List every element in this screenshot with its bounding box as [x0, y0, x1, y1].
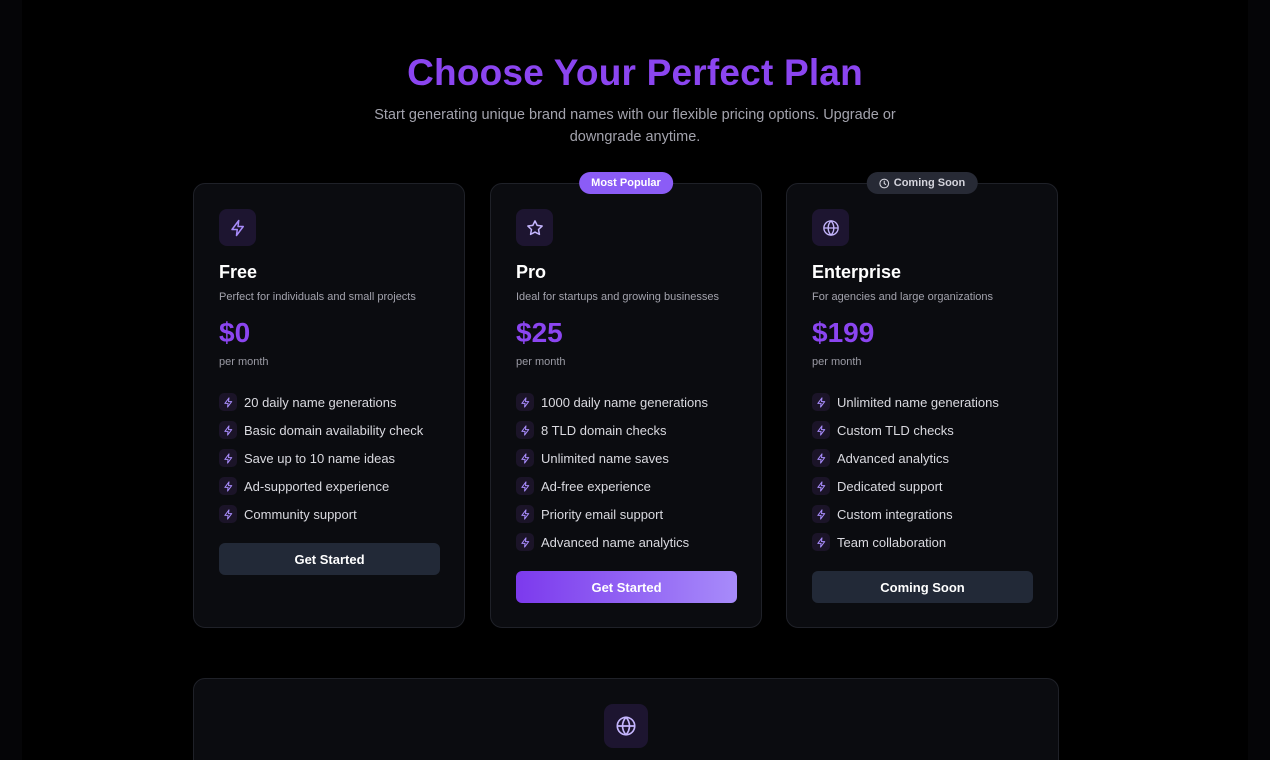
clock-icon	[879, 178, 890, 188]
feature-text: Advanced name analytics	[541, 534, 690, 550]
plan-name: Pro	[516, 262, 547, 282]
star-icon	[516, 209, 553, 246]
feature-item: 20 daily name generations	[219, 388, 444, 416]
lightning-icon	[219, 477, 237, 495]
lightning-icon	[812, 421, 830, 439]
get-started-free-button[interactable]: Get Started	[219, 543, 440, 575]
plan-description: Ideal for startups and growing businesse…	[516, 291, 720, 303]
feature-text: Basic domain availability check	[244, 422, 424, 438]
feature-item: 8 TLD domain checks	[516, 416, 741, 444]
lightning-icon	[516, 533, 534, 551]
page-edge-left	[0, 0, 22, 760]
feature-text: Custom integrations	[837, 506, 953, 522]
feature-item: Custom TLD checks	[812, 416, 1037, 444]
plan-price: $25	[516, 317, 563, 348]
plan-name: Free	[219, 262, 258, 282]
feature-text: Unlimited name saves	[541, 450, 669, 466]
badge-label: Coming Soon	[893, 177, 966, 189]
lightning-icon	[219, 505, 237, 523]
feature-text: 8 TLD domain checks	[541, 422, 667, 438]
badge-label: Most Popular	[591, 177, 661, 189]
page-subtitle: Start generating unique brand names with…	[374, 107, 896, 145]
lightning-icon	[219, 421, 237, 439]
plan-card-enterprise: Coming Soon Enterprise For agencies and …	[786, 172, 1058, 628]
feature-text: Dedicated support	[837, 478, 943, 494]
feature-text: Priority email support	[541, 506, 664, 522]
feature-item: Advanced name analytics	[516, 528, 741, 556]
feature-text: Community support	[244, 506, 357, 522]
feature-item: Team collaboration	[812, 528, 1037, 556]
lightning-icon	[516, 393, 534, 411]
plan-card-free: Free Perfect for individuals and small p…	[193, 183, 465, 628]
feature-list: Unlimited name generations Custom TLD ch…	[812, 388, 1037, 556]
lightning-icon	[812, 393, 830, 411]
plan-description: For agencies and large organizations	[812, 291, 994, 303]
coming-soon-button[interactable]: Coming Soon	[812, 571, 1033, 603]
plan-price: $199	[812, 317, 875, 348]
lightning-icon	[219, 449, 237, 467]
feature-text: Unlimited name generations	[837, 394, 999, 410]
feature-text: Save up to 10 name ideas	[244, 450, 396, 466]
feature-text: Team collaboration	[837, 534, 947, 550]
feature-text: Advanced analytics	[837, 450, 950, 466]
lightning-icon	[516, 421, 534, 439]
feature-item: Basic domain availability check	[219, 416, 444, 444]
feature-item: Unlimited name saves	[516, 444, 741, 472]
feature-item: Save up to 10 name ideas	[219, 444, 444, 472]
feature-item: Unlimited name generations	[812, 388, 1037, 416]
lightning-icon	[812, 505, 830, 523]
feature-item: Ad-supported experience	[219, 472, 444, 500]
lightning-icon	[516, 505, 534, 523]
page-title: Choose Your Perfect Plan	[407, 52, 863, 93]
lightning-icon	[219, 393, 237, 411]
most-popular-badge: Most Popular	[579, 172, 673, 194]
globe-icon	[604, 704, 648, 748]
pricing-page: Choose Your Perfect Plan Start generatin…	[0, 0, 1270, 760]
feature-text: Custom TLD checks	[837, 422, 954, 438]
feature-item: Advanced analytics	[812, 444, 1037, 472]
feature-list: 20 daily name generations Basic domain a…	[219, 388, 444, 528]
feature-item: Dedicated support	[812, 472, 1037, 500]
page-edge-right	[1248, 0, 1270, 760]
lightning-icon	[812, 533, 830, 551]
coming-soon-badge: Coming Soon	[866, 172, 978, 194]
feature-item: 1000 daily name generations	[516, 388, 741, 416]
plan-period: per month	[812, 356, 862, 368]
feature-item: Ad-free experience	[516, 472, 741, 500]
feature-text: Ad-free experience	[541, 478, 651, 494]
plan-period: per month	[219, 356, 269, 368]
get-started-pro-button[interactable]: Get Started	[516, 571, 737, 603]
feature-text: 20 daily name generations	[244, 394, 397, 410]
lightning-icon	[219, 209, 256, 246]
lightning-icon	[516, 449, 534, 467]
feature-item: Community support	[219, 500, 444, 528]
lightning-icon	[516, 477, 534, 495]
globe-icon	[812, 209, 849, 246]
plan-description: Perfect for individuals and small projec…	[219, 291, 416, 303]
feature-item: Custom integrations	[812, 500, 1037, 528]
bottom-info-card	[193, 678, 1059, 760]
plan-name: Enterprise	[812, 262, 902, 282]
plan-card-pro: Most Popular Pro Ideal for startups and …	[490, 172, 762, 628]
feature-text: 1000 daily name generations	[541, 394, 708, 410]
plan-price: $0	[219, 317, 251, 348]
lightning-icon	[812, 477, 830, 495]
feature-item: Priority email support	[516, 500, 741, 528]
lightning-icon	[812, 449, 830, 467]
plan-period: per month	[516, 356, 566, 368]
feature-text: Ad-supported experience	[244, 478, 390, 494]
feature-list: 1000 daily name generations 8 TLD domain…	[516, 388, 741, 556]
